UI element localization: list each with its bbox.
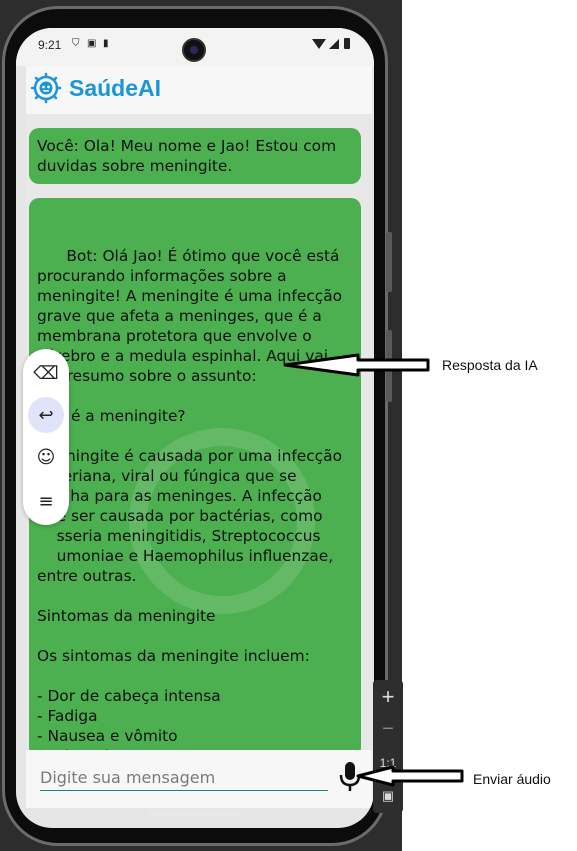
annotation-panel <box>402 0 577 851</box>
backspace-icon[interactable]: ⌫ <box>28 355 64 391</box>
zoom-in-button[interactable]: + <box>373 684 403 710</box>
battery-icon <box>344 38 350 49</box>
app-bar: SaúdeAI <box>26 66 372 114</box>
wifi-icon <box>312 39 326 49</box>
app-title: SaúdeAI <box>69 75 162 101</box>
floating-keyboard-toolbar: ⌫ ↩ ☺ ≡ <box>23 349 69 525</box>
emoji-icon[interactable]: ☺ <box>28 439 64 475</box>
phone-screen: 9:21 ⛉ ▣ ▮ SaúdeAI Você: Ola! Meu nome e… <box>16 28 374 828</box>
audio-annotation-label: Enviar áudio <box>473 771 551 787</box>
emulator-zoom-controls: + − 1:1 ▣ <box>373 680 403 813</box>
bot-message-text: Bot: Olá Jao! É ótimo que você está proc… <box>37 247 343 750</box>
response-arrow-icon <box>283 353 430 377</box>
status-bar: 9:21 ⛉ ▣ ▮ <box>16 28 374 66</box>
response-annotation-label: Resposta da IA <box>442 357 538 373</box>
shield-icon: ⛉ <box>72 38 80 49</box>
audio-arrow-icon <box>356 765 464 787</box>
chat-area[interactable]: Você: Ola! Meu nome e Jao! Estou com duv… <box>26 114 372 750</box>
a-icon: ▣ <box>87 38 97 49</box>
fit-screen-icon[interactable]: ▣ <box>373 788 403 804</box>
user-message-bubble: Você: Ola! Meu nome e Jao! Estou com duv… <box>29 128 361 184</box>
app-logo-icon <box>30 72 62 104</box>
status-time: 9:21 <box>38 38 62 52</box>
home-indicator[interactable] <box>149 812 241 816</box>
signal-icon <box>329 39 339 49</box>
message-input[interactable] <box>40 764 328 791</box>
message-input-bar <box>26 750 372 808</box>
sd-card-icon: ▮ <box>103 38 109 49</box>
camera-cutout <box>182 38 206 62</box>
return-icon[interactable]: ↩ <box>28 397 64 433</box>
menu-icon[interactable]: ≡ <box>28 483 64 519</box>
bot-message-bubble: Bot: Olá Jao! É ótimo que você está proc… <box>29 198 361 750</box>
zoom-out-button[interactable]: − <box>373 718 403 741</box>
volume-button <box>386 232 392 292</box>
